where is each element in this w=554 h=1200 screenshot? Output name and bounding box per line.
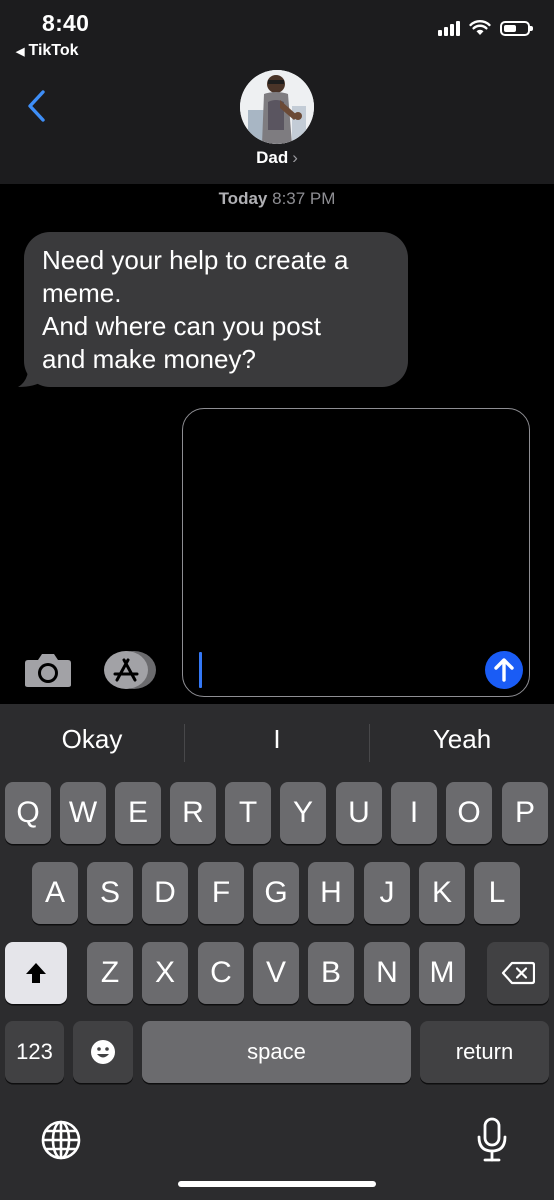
key-h[interactable]: H: [308, 862, 354, 924]
key-y[interactable]: Y: [280, 782, 326, 844]
arrow-up-icon: [494, 658, 514, 682]
key-l[interactable]: L: [474, 862, 520, 924]
globe-icon[interactable]: [40, 1119, 82, 1161]
key-s[interactable]: S: [87, 862, 133, 924]
back-triangle-icon: ◀: [16, 45, 25, 58]
message-line: and make money?: [42, 344, 256, 374]
home-indicator[interactable]: [178, 1181, 376, 1187]
chevron-left-icon[interactable]: [24, 88, 54, 124]
message-line: Need your help to create a: [42, 245, 349, 275]
text-cursor: [199, 652, 202, 688]
suggestion-okay[interactable]: Okay: [0, 724, 184, 755]
key-t[interactable]: T: [225, 782, 271, 844]
key-v[interactable]: V: [253, 942, 299, 1004]
numbers-key[interactable]: 123: [5, 1021, 64, 1083]
key-g[interactable]: G: [253, 862, 299, 924]
key-a[interactable]: A: [32, 862, 78, 924]
delete-key[interactable]: [487, 942, 549, 1004]
back-app-label: TikTok: [28, 42, 79, 59]
message-input[interactable]: [182, 408, 530, 697]
cellular-signal-icon: [438, 20, 460, 36]
back-to-app-link[interactable]: ◀ TikTok: [16, 42, 79, 60]
predictive-bar: Okay I Yeah: [0, 704, 554, 780]
key-f[interactable]: F: [198, 862, 244, 924]
message-timestamp: Today 8:37 PM: [0, 189, 554, 209]
key-z[interactable]: Z: [87, 942, 133, 1004]
status-icons: [438, 20, 533, 36]
key-b[interactable]: B: [308, 942, 354, 1004]
key-j[interactable]: J: [364, 862, 410, 924]
key-p[interactable]: P: [502, 782, 548, 844]
space-key[interactable]: space: [142, 1021, 411, 1083]
key-r[interactable]: R: [170, 782, 216, 844]
contact-name: Dad: [256, 148, 289, 167]
return-key[interactable]: return: [420, 1021, 549, 1083]
chevron-right-icon: ›: [292, 148, 298, 167]
send-button[interactable]: [485, 651, 523, 689]
battery-icon: [500, 20, 533, 36]
key-i[interactable]: I: [391, 782, 437, 844]
camera-icon[interactable]: [24, 652, 72, 688]
suggestion-yeah[interactable]: Yeah: [370, 724, 554, 755]
timestamp-time: 8:37 PM: [272, 189, 336, 208]
incoming-message-bubble[interactable]: Need your help to create a meme. And whe…: [24, 232, 408, 387]
emoji-key[interactable]: [73, 1021, 133, 1083]
message-line: meme.: [42, 278, 122, 308]
key-m[interactable]: M: [419, 942, 465, 1004]
app-store-icon[interactable]: [103, 650, 157, 690]
status-time: 8:40: [42, 10, 90, 36]
shift-icon: [26, 963, 46, 983]
contact-name-button[interactable]: Dad ›: [0, 148, 554, 168]
key-x[interactable]: X: [142, 942, 188, 1004]
timestamp-day: Today: [218, 189, 268, 208]
shift-key[interactable]: [5, 942, 67, 1004]
message-line: And where can you post: [42, 311, 321, 341]
wifi-icon: [469, 20, 491, 35]
contact-avatar[interactable]: [240, 70, 314, 144]
delete-icon: [501, 961, 535, 985]
key-o[interactable]: O: [446, 782, 492, 844]
microphone-icon[interactable]: [474, 1116, 510, 1164]
key-d[interactable]: D: [142, 862, 188, 924]
key-k[interactable]: K: [419, 862, 465, 924]
key-n[interactable]: N: [364, 942, 410, 1004]
key-w[interactable]: W: [60, 782, 106, 844]
key-e[interactable]: E: [115, 782, 161, 844]
key-c[interactable]: C: [198, 942, 244, 1004]
key-q[interactable]: Q: [5, 782, 51, 844]
key-u[interactable]: U: [336, 782, 382, 844]
emoji-icon: [91, 1040, 115, 1064]
suggestion-i[interactable]: I: [185, 724, 369, 755]
